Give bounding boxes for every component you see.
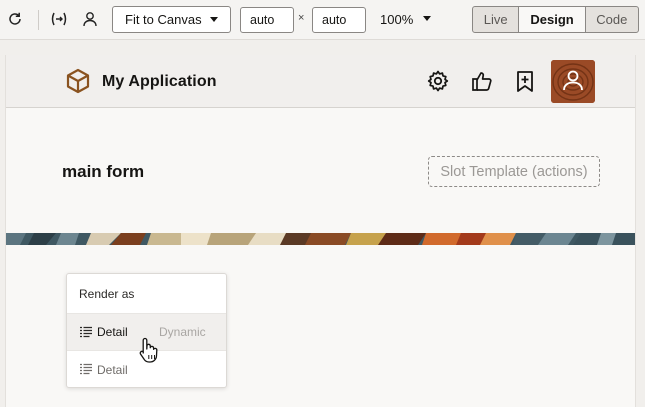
zoom-chevron-down-icon[interactable] [423, 16, 431, 21]
option-label: Detail [97, 362, 128, 377]
chevron-down-icon [210, 17, 218, 22]
variable-icon[interactable] [48, 8, 70, 30]
option-label: Detail [97, 325, 128, 339]
user-icon[interactable] [79, 8, 101, 30]
popup-header: Render as [67, 274, 226, 314]
mode-code-button[interactable]: Code [586, 7, 638, 32]
form-title: main form [62, 162, 145, 181]
hand-cursor-icon [139, 337, 158, 363]
list-detail-icon [80, 326, 92, 338]
fit-select-value: Fit to Canvas [125, 12, 202, 27]
fit-to-canvas-select[interactable]: Fit to Canvas [112, 6, 231, 33]
height-value: auto [322, 13, 347, 27]
mode-design-button[interactable]: Design [519, 7, 586, 32]
bookmark-plus-icon[interactable] [513, 69, 537, 93]
list-detail-icon [80, 363, 92, 375]
height-input[interactable]: auto [312, 7, 366, 33]
avatar[interactable] [551, 60, 595, 103]
slot-template-actions[interactable]: Slot Template (actions) [428, 156, 600, 187]
thumbs-up-icon[interactable] [470, 69, 494, 93]
view-mode-switch: Live Design Code [472, 6, 639, 33]
refresh-icon[interactable] [4, 8, 26, 30]
zoom-level[interactable]: 100% [380, 12, 413, 27]
toolbar-divider [38, 10, 39, 30]
decorative-banner [6, 233, 635, 245]
gear-icon[interactable] [426, 69, 450, 93]
slot-template-label: Slot Template (actions) [440, 163, 588, 180]
editor-toolbar: Fit to Canvas auto × auto 100% Live Desi… [0, 0, 645, 40]
app-title: My Application [102, 73, 217, 90]
mode-live-button[interactable]: Live [473, 7, 520, 32]
cube-logo-icon [66, 68, 90, 94]
width-input[interactable]: auto [240, 7, 294, 33]
width-value: auto [250, 13, 275, 27]
option-hint: Dynamic [159, 325, 206, 339]
app-header: My Application [6, 55, 635, 108]
render-as-popup: Render as Detail Dynamic Detail [66, 273, 227, 388]
times-symbol: × [298, 12, 305, 24]
